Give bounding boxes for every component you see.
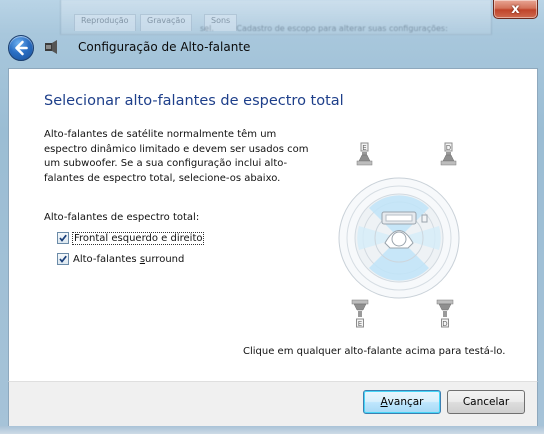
next-button-accel: A xyxy=(380,396,388,408)
checkmark-icon xyxy=(59,234,67,242)
front-left-right-checkbox-row[interactable]: Frontal esquerdo e direito xyxy=(57,231,205,245)
speaker-diagram: E D E D xyxy=(338,142,460,328)
front-right-speaker-icon[interactable]: D xyxy=(440,142,457,166)
rear-left-speaker-label: E xyxy=(358,320,362,328)
next-button[interactable]: Avançar xyxy=(363,390,441,414)
surround-label-suffix: urround xyxy=(145,253,185,265)
close-icon: x xyxy=(511,1,520,17)
full-range-group-label: Alto-falantes de espectro total: xyxy=(44,212,200,223)
front-left-right-checkbox[interactable] xyxy=(57,232,69,244)
surround-checkbox-row[interactable]: Alto-falantes surround xyxy=(57,252,184,266)
window-title: Configuração de Alto-falante xyxy=(78,40,251,54)
background-text-fragment: sel. xyxy=(200,24,214,33)
back-button[interactable] xyxy=(8,35,34,61)
listener-head xyxy=(391,231,407,247)
test-speaker-hint: Clique em qualquer alto-falante acima pa… xyxy=(243,346,506,357)
rear-right-speaker-icon[interactable]: D xyxy=(436,299,454,328)
background-text-fragment: Cadastro de escopo para alterar suas con… xyxy=(236,24,448,33)
checkmark-icon xyxy=(59,255,67,263)
page-description: Alto-falantes de satélite normalmente tê… xyxy=(44,129,309,184)
back-arrow-icon xyxy=(15,40,28,56)
side-speaker xyxy=(421,214,428,223)
rear-right-speaker-label: D xyxy=(442,320,447,328)
background-tab: Gravação xyxy=(140,14,193,31)
surround-checkbox[interactable] xyxy=(57,253,69,265)
surround-label: Alto-falantes surround xyxy=(73,254,184,265)
window-bottom-edge xyxy=(0,426,544,434)
front-right-speaker-label: D xyxy=(446,144,451,152)
button-bar: Avançar Cancelar xyxy=(8,381,538,428)
close-button[interactable]: x xyxy=(493,0,538,19)
background-tab: Reprodução xyxy=(74,14,136,31)
cancel-button[interactable]: Cancelar xyxy=(447,390,525,414)
background-text: sel. Cadastro de escopo para alterar sua… xyxy=(200,24,470,33)
page-heading: Selecionar alto-falantes de espectro tot… xyxy=(44,93,344,109)
front-left-speaker-icon[interactable]: E xyxy=(356,142,373,166)
surround-label-prefix: Alto-falantes xyxy=(73,253,140,265)
front-left-speaker-label: E xyxy=(362,144,366,152)
couch-seat xyxy=(385,214,413,222)
rear-left-speaker-icon[interactable]: E xyxy=(351,299,369,328)
next-button-label: vançar xyxy=(387,396,424,408)
speaker-config-icon xyxy=(45,40,57,54)
front-left-right-label: Frontal esquerdo e direito xyxy=(71,231,205,245)
